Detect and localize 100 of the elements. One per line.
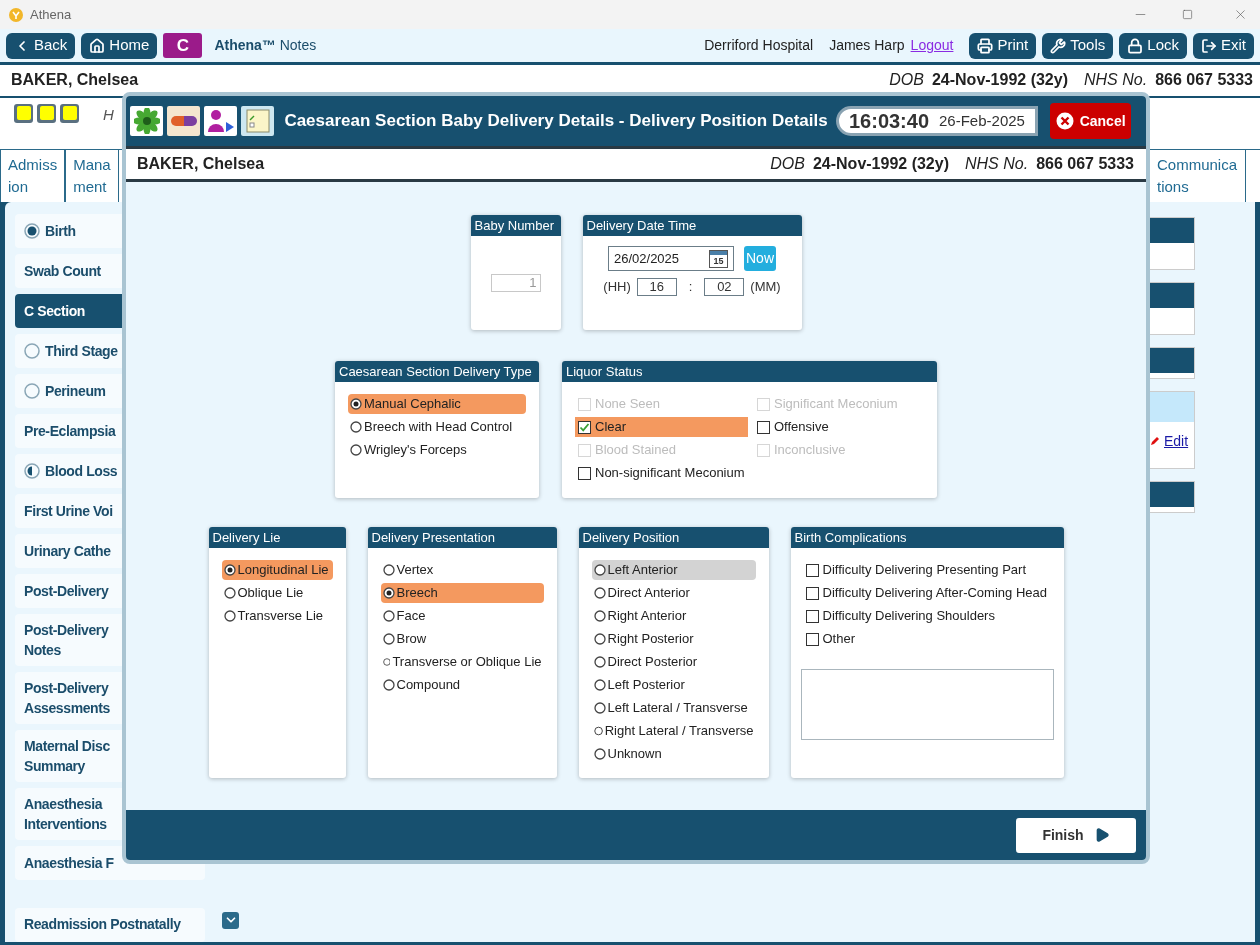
checkbox-icon: [578, 466, 591, 480]
radio-icon: [593, 610, 606, 622]
toolbar-icon-button[interactable]: [204, 106, 238, 136]
checkbox-icon: [805, 563, 819, 577]
panel-header: Delivery Presentation: [367, 527, 557, 548]
toolbar-button[interactable]: Lock: [1119, 32, 1187, 59]
radio-option[interactable]: Brow: [380, 629, 544, 649]
panel-header: [1149, 392, 1194, 422]
radio-option[interactable]: Manual Cephalic: [348, 394, 526, 414]
panel-header: Delivery Position: [578, 527, 769, 548]
collapsed-panel: [1148, 217, 1195, 270]
panel-header: Delivery Date Time: [582, 215, 802, 236]
capsule-icon: [169, 115, 198, 127]
minutes-field[interactable]: 02: [704, 277, 745, 296]
patient-name: BAKER, Chelsea: [137, 154, 265, 174]
checkbox-option[interactable]: Offensive: [754, 417, 924, 437]
radio-option[interactable]: Face: [380, 606, 544, 626]
radio-option[interactable]: Left Posterior: [591, 675, 756, 695]
radio-icon: [382, 656, 391, 668]
toolbar-button[interactable]: Tools: [1042, 32, 1114, 59]
radio-option[interactable]: Breech: [380, 583, 544, 603]
dob-value: 24-Nov-1992 (32y): [812, 154, 949, 174]
scroll-down-button[interactable]: [222, 912, 239, 929]
radio-icon: [593, 702, 606, 714]
padlock-icon: [1127, 37, 1144, 54]
checkbox-option[interactable]: Non-significant Meconium: [575, 463, 748, 483]
radio-option[interactable]: Left Lateral / Transverse: [591, 698, 756, 718]
app-title: Athena™ Notes: [214, 36, 317, 56]
toolbar-button[interactable]: Home: [81, 32, 158, 59]
checkbox-icon: [805, 609, 819, 623]
radio-option[interactable]: Breech with Head Control: [348, 417, 526, 437]
checkbox-icon: [805, 586, 819, 600]
toolbar-button[interactable]: Back: [6, 32, 76, 59]
logout-link[interactable]: Logout: [910, 35, 954, 57]
date-field[interactable]: 26/02/2025 15: [608, 246, 734, 271]
exit-door-icon: [1201, 37, 1217, 54]
radio-option[interactable]: Right Anterior: [591, 606, 756, 626]
checkbox-icon: [757, 420, 770, 434]
hours-label: (HH): [603, 278, 631, 296]
window-title: Athena: [30, 5, 72, 24]
toolbar-icon-button[interactable]: [130, 106, 164, 136]
radio-icon: [350, 398, 362, 410]
toolbar-icon-button[interactable]: [167, 106, 201, 136]
radio-option[interactable]: Longitudinal Lie: [221, 560, 333, 580]
section-tab[interactable]: Mana ment: [65, 149, 119, 202]
checkbox-option[interactable]: Other: [802, 629, 1052, 649]
dialog-title: Caesarean Section Baby Delivery Details - Delivery Position Details: [284, 110, 828, 133]
edit-link[interactable]: Edit: [1164, 431, 1189, 452]
radio-option[interactable]: Direct Anterior: [591, 583, 756, 603]
panel-header: Birth Complications: [790, 527, 1064, 548]
section-tab[interactable]: Admiss ion: [0, 149, 66, 202]
nhs-label: NHS No.: [965, 154, 1029, 174]
panel-header: Caesarean Section Delivery Type: [335, 361, 539, 382]
radio-icon: [382, 679, 395, 691]
toolbar-button[interactable]: Exit: [1193, 32, 1254, 59]
hours-field[interactable]: 16: [636, 277, 677, 296]
dob-label: DOB: [770, 154, 805, 174]
dob-label: DOB: [889, 70, 924, 91]
radio-icon: [593, 679, 606, 691]
collapsed-panel: [1148, 347, 1195, 379]
checkbox-option[interactable]: Clear: [575, 417, 748, 437]
sidebar-item[interactable]: Readmission Postnatally: [15, 908, 205, 942]
radio-option[interactable]: Direct Posterior: [591, 652, 756, 672]
nhs-value: 866 067 5333: [1036, 154, 1134, 174]
radio-option[interactable]: Right Lateral / Transverse: [591, 721, 756, 741]
user-initial-badge[interactable]: C: [163, 33, 203, 59]
radio-icon: [382, 633, 395, 645]
finish-button[interactable]: Finish: [1016, 817, 1136, 853]
radio-icon: [382, 610, 395, 622]
radio-icon: [223, 587, 236, 599]
alert-text: H: [103, 104, 114, 125]
radio-option[interactable]: Left Anterior: [591, 560, 756, 580]
nhs-label: NHS No.: [1084, 70, 1148, 91]
radio-option[interactable]: Unknown: [591, 744, 756, 764]
panel-header: Liquor Status: [562, 361, 937, 382]
radio-option[interactable]: Transverse or Oblique Lie: [380, 652, 544, 672]
minutes-label: (MM): [750, 278, 781, 296]
radio-option[interactable]: Wrigley's Forceps: [348, 440, 526, 460]
radio-option[interactable]: Compound: [380, 675, 544, 695]
nhs-value: 866 067 5333: [1155, 70, 1253, 91]
cancel-button[interactable]: Cancel: [1050, 103, 1131, 139]
radio-icon: [593, 725, 603, 737]
checkbox-option[interactable]: Difficulty Delivering Shoulders: [802, 606, 1052, 626]
radio-icon: [350, 421, 362, 433]
radio-icon: [223, 610, 236, 622]
toolbar-icon-button[interactable]: [241, 106, 275, 136]
notes-field[interactable]: [800, 669, 1054, 740]
checkbox-option[interactable]: Difficulty Delivering After-Coming Head: [802, 583, 1052, 603]
radio-option[interactable]: Vertex: [380, 560, 544, 580]
house-icon: [89, 37, 106, 54]
radio-option[interactable]: Oblique Lie: [221, 583, 333, 603]
clock-date: 26-Feb-2025: [939, 110, 1025, 131]
checkbox-option[interactable]: Difficulty Delivering Presenting Part: [802, 560, 1052, 580]
toolbar-button[interactable]: Print: [969, 32, 1037, 59]
radio-option[interactable]: Transverse Lie: [221, 606, 333, 626]
patient-name: BAKER, Chelsea: [11, 70, 139, 91]
flower-icon: [133, 108, 160, 134]
radio-icon: [593, 656, 606, 668]
radio-option[interactable]: Right Posterior: [591, 629, 756, 649]
radio-icon: [382, 564, 395, 576]
